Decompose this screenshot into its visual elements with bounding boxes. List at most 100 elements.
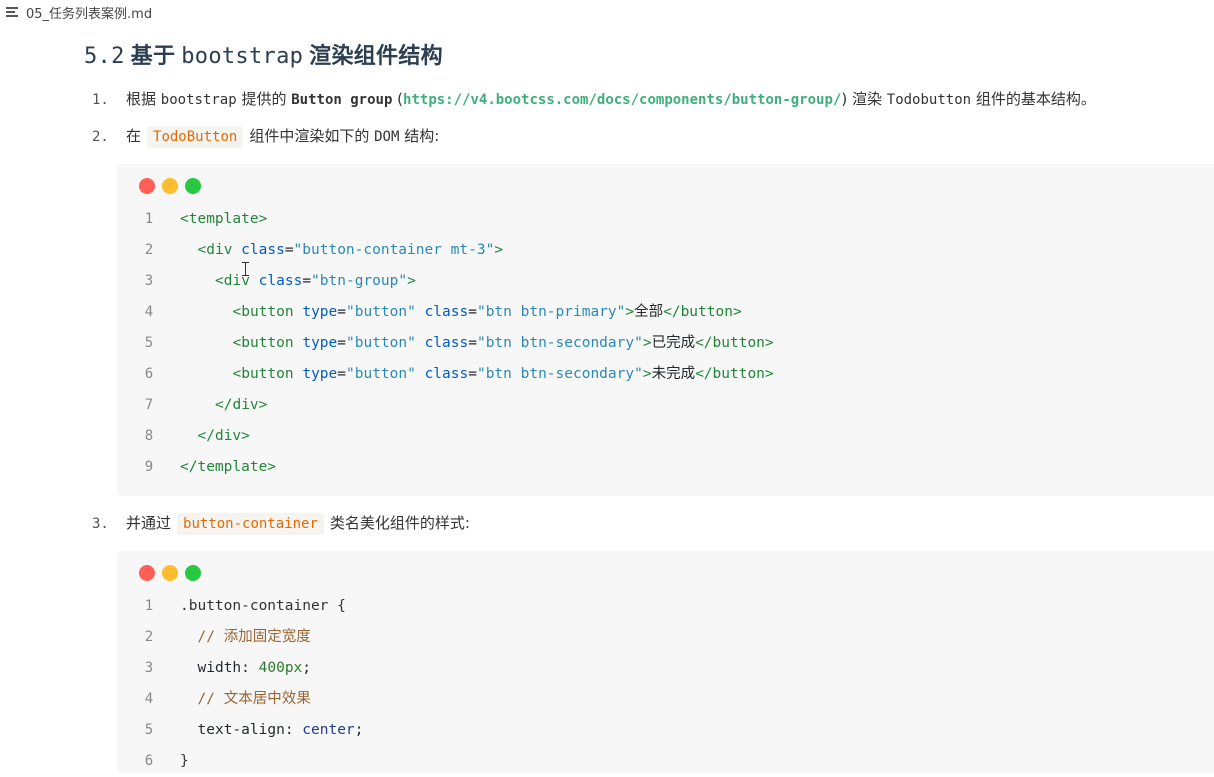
code-block-template: 1 <template> 2 <div class="button-container…: [117, 164, 1214, 496]
code-token: 已完成: [651, 335, 696, 351]
code-token: }: [180, 753, 189, 769]
line-number: 1: [144, 211, 154, 227]
line-number: 2: [144, 242, 154, 258]
code-token: class: [258, 273, 303, 289]
list-item-2: 2. 在 TodoButton 组件中渲染如下的 DOM 结构:: [92, 125, 440, 148]
code-token: "btn btn-primary": [476, 304, 626, 320]
code-line: 5 text-align: center;: [117, 715, 1214, 746]
line-number: 4: [144, 691, 154, 707]
code-line: 6 <button type="button" class="btn btn-se…: [117, 359, 1214, 390]
code-line: 4 <button type="button" class="btn btn-pr…: [117, 297, 1214, 328]
code-token: ;: [302, 660, 312, 676]
code-token: </button>: [695, 366, 774, 382]
line-number: 7: [144, 397, 154, 413]
list-marker: 1.: [92, 92, 109, 108]
code-token: =: [337, 366, 346, 382]
code-line: 3 width: 400px;: [117, 653, 1214, 684]
code-line: 7 </div>: [117, 390, 1214, 421]
text: Button group: [291, 92, 393, 108]
code-token: </button>: [695, 335, 774, 351]
code-token: <button: [232, 304, 294, 320]
line-number: 3: [144, 273, 154, 289]
code-token: "button": [346, 366, 416, 382]
line-number: 5: [144, 335, 154, 351]
code-block-css: 1 .button-container {2 // 添加固定宽度 3 width: 40…: [117, 551, 1214, 773]
text: Todobutton: [886, 92, 972, 108]
code-lines: 1 <template> 2 <div class="button-container…: [117, 204, 1214, 483]
code-token: <template>: [180, 211, 268, 227]
text: 类名美化组件的样式:: [329, 514, 470, 532]
code-token: class: [424, 366, 469, 382]
line-number: 6: [144, 366, 154, 382]
code-token: 400px: [258, 660, 303, 676]
code-token: type: [302, 304, 338, 320]
code-token: =: [284, 242, 294, 258]
section-heading: 5.2 基于 bootstrap 渲染组件结构: [84, 38, 443, 70]
code-token: >: [625, 304, 635, 320]
code-line: 6}: [117, 746, 1214, 777]
code-token: >: [494, 242, 504, 258]
code-line: 5 <button type="button" class="btn btn-se…: [117, 328, 1214, 359]
code-token: </div>: [215, 397, 268, 413]
code-token: "button": [346, 304, 416, 320]
code-line: 1 <template>: [117, 204, 1214, 235]
code-token: "btn-group": [311, 273, 408, 289]
code-token: =: [468, 366, 477, 382]
code-token: </button>: [663, 304, 742, 320]
heading-prefix: 基于: [130, 44, 176, 69]
code-token: </div>: [197, 428, 250, 444]
code-token: ;: [354, 722, 364, 738]
code-token: =: [468, 304, 477, 320]
code-line: 2 <div class="button-container mt-3">: [117, 235, 1214, 266]
text: 结构:: [404, 127, 440, 145]
text: 在: [126, 127, 142, 145]
red-dot-icon: [139, 565, 155, 581]
list-item-1: 1. 根据 bootstrap 提供的 Button group (https:/…: [92, 88, 1096, 109]
code-token: text-align: [197, 722, 285, 738]
code-token: width: [197, 660, 242, 676]
line-number: 9: [144, 459, 154, 475]
line-number: 1: [144, 598, 154, 614]
paren: ): [841, 90, 848, 108]
file-tab[interactable]: 05_任务列表案例.md: [6, 3, 153, 22]
outline-menu-icon[interactable]: [6, 6, 20, 18]
code-token: >: [407, 273, 416, 289]
code-token: </template>: [180, 459, 277, 475]
line-number: 3: [144, 660, 154, 676]
code-token: {: [337, 598, 346, 614]
text: 组件中渲染如下的: [249, 127, 370, 145]
inline-code: button-container: [177, 513, 324, 535]
code-token: type: [302, 366, 338, 382]
code-token: "button": [346, 335, 416, 351]
window-dots: [139, 178, 201, 194]
text: DOM: [374, 129, 400, 145]
code-lines: 1 .button-container {2 // 添加固定宽度 3 width: 40…: [117, 591, 1214, 777]
code-line: 2 // 添加固定宽度: [117, 622, 1214, 653]
code-token: =: [468, 335, 477, 351]
code-token: class: [424, 304, 469, 320]
heading-suffix: 渲染组件结构: [309, 44, 443, 69]
code-token: =: [302, 273, 312, 289]
file-name: 05_任务列表案例.md: [26, 6, 153, 22]
list-item-3: 3. 并通过 button-container 类名美化组件的样式:: [92, 512, 470, 535]
code-token: =: [337, 335, 346, 351]
code-token: // 添加固定宽度: [197, 629, 311, 645]
code-line: 1 .button-container {: [117, 591, 1214, 622]
yellow-dot-icon: [162, 565, 178, 581]
code-token: <button: [232, 335, 294, 351]
code-token: // 文本居中效果: [197, 691, 311, 707]
code-token: class: [424, 335, 469, 351]
line-number: 4: [144, 304, 154, 320]
green-dot-icon: [185, 178, 201, 194]
code-token: :: [284, 722, 294, 738]
code-token: center: [302, 722, 355, 738]
heading-keyword: bootstrap: [181, 44, 304, 69]
heading-number: 5.2: [84, 44, 125, 69]
code-line: 3 <div class="btn-group">: [117, 266, 1214, 297]
bootstrap-link[interactable]: https://v4.bootcss.com/docs/components/b…: [403, 92, 841, 108]
text: 根据: [126, 90, 157, 108]
code-token: 全部: [634, 304, 664, 320]
code-token: :: [241, 660, 250, 676]
yellow-dot-icon: [162, 178, 178, 194]
code-token: "button-container mt-3": [293, 242, 495, 258]
